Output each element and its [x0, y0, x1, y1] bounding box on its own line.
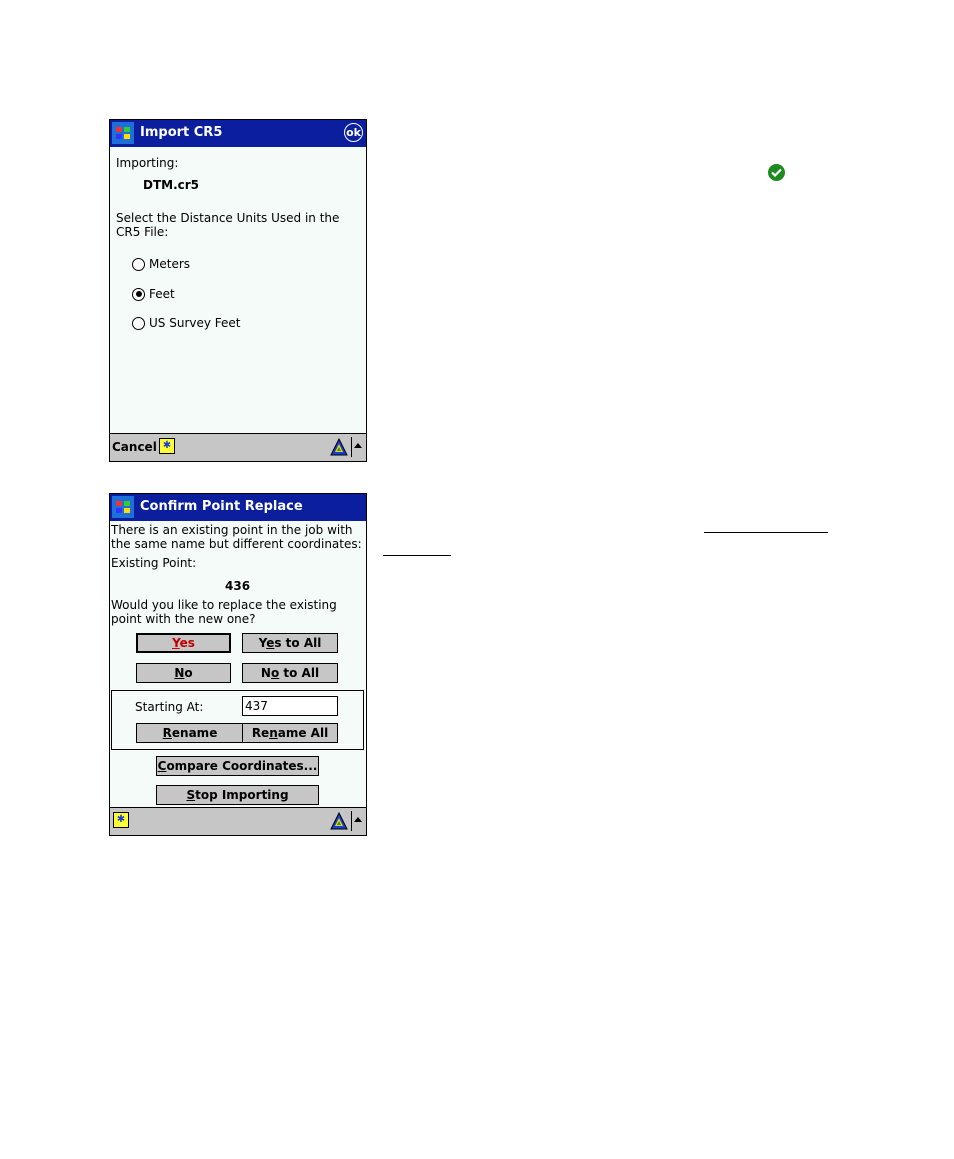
- confirm-point-replace-screen: Confirm Point Replace There is an existi…: [109, 493, 367, 836]
- existing-point-value: 436: [225, 579, 251, 593]
- sip-arrow-icon[interactable]: [354, 443, 362, 448]
- message-line1: There is an existing point in the job wi…: [111, 523, 353, 537]
- radio-feet[interactable]: Feet: [132, 287, 175, 301]
- input-panel-icon[interactable]: ✱: [159, 438, 175, 454]
- command-bar: ✱: [110, 807, 366, 835]
- radio-feet-label: Feet: [149, 287, 175, 301]
- starting-at-label: Starting At:: [135, 700, 204, 714]
- radio-us-survey-feet-indicator[interactable]: [132, 316, 145, 330]
- no-to-all-button[interactable]: No to All: [242, 663, 338, 683]
- yes-button[interactable]: Yes: [136, 633, 231, 653]
- start-menu-icon[interactable]: [112, 122, 134, 144]
- radio-us-survey-feet-label: US Survey Feet: [149, 316, 241, 330]
- units-prompt-line2: CR5 File:: [116, 225, 169, 239]
- radio-feet-indicator[interactable]: [132, 287, 145, 301]
- title-bar: Import CR5 ok: [110, 120, 366, 147]
- compare-coordinates-button[interactable]: Compare Coordinates...: [156, 756, 319, 776]
- divider: [351, 811, 352, 831]
- sip-arrow-icon[interactable]: [354, 817, 362, 822]
- rename-button[interactable]: Rename: [136, 723, 244, 743]
- underline-mark: [383, 555, 451, 556]
- radio-meters[interactable]: Meters: [132, 257, 190, 271]
- start-menu-icon[interactable]: [112, 496, 134, 518]
- cancel-button[interactable]: Cancel: [112, 440, 157, 454]
- message-line2: the same name but different coordinates:: [111, 537, 362, 551]
- units-prompt-line1: Select the Distance Units Used in the: [116, 211, 340, 225]
- question-line2: point with the new one?: [111, 612, 256, 626]
- input-panel-icon[interactable]: ✱: [113, 812, 129, 828]
- starting-at-input[interactable]: 437: [242, 696, 338, 716]
- window-title: Confirm Point Replace: [140, 499, 303, 514]
- divider: [351, 437, 352, 457]
- radio-meters-indicator[interactable]: [132, 257, 145, 271]
- underline-mark: [704, 532, 828, 533]
- stop-importing-button[interactable]: Stop Importing: [156, 785, 319, 805]
- no-button[interactable]: No: [136, 663, 231, 683]
- trimble-logo-icon[interactable]: [330, 812, 348, 830]
- yes-to-all-button[interactable]: Yes to All: [242, 633, 338, 653]
- radio-meters-label: Meters: [149, 257, 191, 271]
- rename-all-button[interactable]: Rename All: [242, 723, 338, 743]
- trimble-logo-icon[interactable]: [330, 438, 348, 456]
- radio-us-survey-feet[interactable]: US Survey Feet: [132, 316, 241, 330]
- ok-button[interactable]: ok: [344, 123, 363, 142]
- import-filename: DTM.cr5: [143, 178, 200, 192]
- question-line1: Would you like to replace the existing: [111, 598, 337, 612]
- window-title: Import CR5: [140, 125, 223, 140]
- importing-label: Importing:: [116, 156, 179, 170]
- check-icon: [768, 164, 785, 181]
- import-cr5-screen: Import CR5 ok Importing: DTM.cr5 Select …: [109, 119, 367, 462]
- title-bar: Confirm Point Replace: [110, 494, 366, 521]
- existing-point-label: Existing Point:: [111, 556, 197, 570]
- command-bar: Cancel ✱: [110, 433, 366, 461]
